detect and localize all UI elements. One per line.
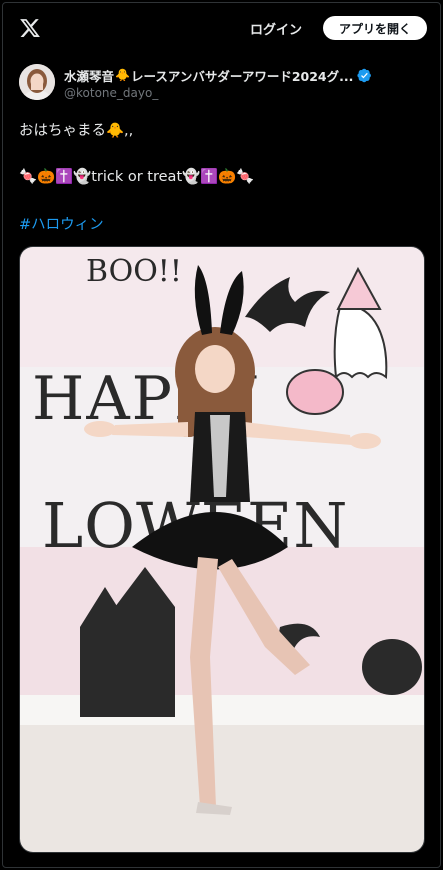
post-text-line2: 🍬🎃✝️👻trick or treat👻✝️🎃🍬 [19, 169, 255, 185]
author-name-part2: レースアンバサダーアワード2024グ... [130, 68, 354, 84]
login-link[interactable]: ログイン [250, 19, 302, 38]
avatar-photo [19, 64, 55, 100]
hashtag-link[interactable]: #ハロウィン [19, 213, 104, 234]
author-name-part1: 水瀬琴音 [64, 68, 115, 84]
author-name[interactable]: 水瀬琴音 🐥 レースアンバサダーアワード2024グ... [64, 66, 424, 84]
avatar[interactable] [19, 64, 55, 100]
verified-badge-icon [357, 68, 372, 82]
top-bar: ログイン アプリを開く [0, 0, 443, 56]
author-handle[interactable]: @kotone_dayo_ [64, 86, 158, 100]
chick-emoji: 🐥 [115, 68, 130, 82]
post-text-line1: おはちゃまる🐥,, [19, 123, 134, 139]
banner-boo-text: BOO!! [86, 254, 182, 289]
open-app-button[interactable]: アプリを開く [323, 16, 427, 40]
post-media-image[interactable]: BOO!! HAPPY LOWEEN [19, 246, 425, 853]
x-logo-icon[interactable] [19, 17, 41, 39]
halloween-photo: BOO!! HAPPY LOWEEN [20, 247, 424, 852]
